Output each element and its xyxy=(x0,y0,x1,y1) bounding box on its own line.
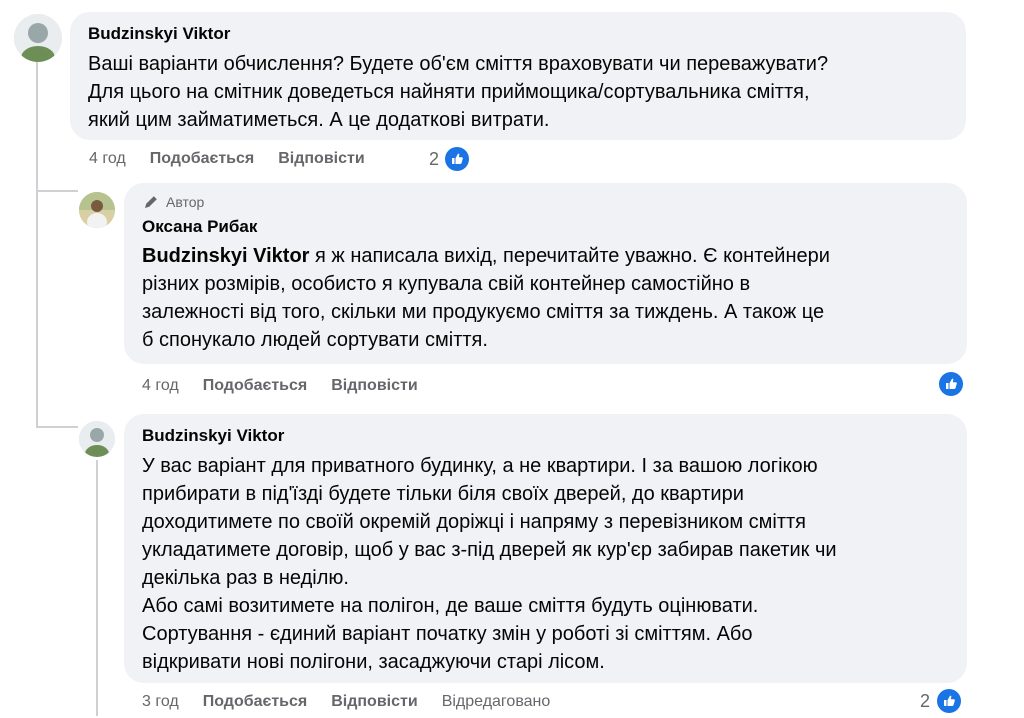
comment-author[interactable]: Budzinskyi Viktor xyxy=(88,23,948,45)
avatar[interactable] xyxy=(79,192,115,228)
reaction-count[interactable]: 2 xyxy=(429,147,439,171)
comment-author[interactable]: Оксана Рибак xyxy=(142,216,949,238)
like-icon[interactable] xyxy=(445,147,469,171)
thread-line-branch-1 xyxy=(36,190,78,192)
reply-button[interactable]: Відповісти xyxy=(331,693,417,711)
comment-bubble: Автор Оксана Рибак Budzinskyi Viktor я ж… xyxy=(124,183,967,364)
thread-line-reply xyxy=(96,460,98,716)
reply-button[interactable]: Відповісти xyxy=(278,150,364,168)
reaction-count[interactable]: 2 xyxy=(920,689,930,713)
like-button[interactable]: Подобається xyxy=(150,150,255,168)
comment-actions: 4 год Подобається Відповісти xyxy=(89,147,389,171)
comment-actions: 3 год Подобається Відповісти Відредагова… xyxy=(142,690,574,714)
comment-time[interactable]: 4 год xyxy=(89,150,126,168)
like-icon[interactable] xyxy=(937,689,961,713)
comment-bubble: Budzinskyi Viktor Ваші варіанти обчислен… xyxy=(70,12,966,140)
avatar-photo-icon xyxy=(79,192,115,228)
pen-icon xyxy=(145,196,157,208)
mention-link[interactable]: Budzinskyi Viktor xyxy=(142,245,309,267)
comment-time[interactable]: 3 год xyxy=(142,693,179,711)
thread-line-main-2 xyxy=(36,212,38,427)
comment-time[interactable]: 4 год xyxy=(142,377,179,395)
avatar[interactable] xyxy=(14,14,62,62)
avatar[interactable] xyxy=(79,421,115,457)
comment-bubble: Budzinskyi Viktor У вас варіант для прив… xyxy=(124,414,967,683)
comment-actions: 4 год Подобається Відповісти xyxy=(142,374,442,398)
avatar-photo-icon xyxy=(79,421,115,457)
like-button[interactable]: Подобається xyxy=(203,693,308,711)
like-icon[interactable] xyxy=(939,372,963,396)
comment-text: Budzinskyi Viktor я ж написала вихід, пе… xyxy=(142,242,949,354)
thread-line-branch-2 xyxy=(36,426,78,428)
author-badge: Автор xyxy=(142,193,949,211)
like-button[interactable]: Подобається xyxy=(203,377,308,395)
edited-label[interactable]: Відредаговано xyxy=(442,693,551,711)
comment-text: У вас варіант для приватного будинку, а … xyxy=(142,455,837,673)
avatar-photo-icon xyxy=(14,14,62,62)
comment-text: Ваші варіанти обчислення? Будете об'єм с… xyxy=(88,53,829,131)
reply-button[interactable]: Відповісти xyxy=(331,377,417,395)
comment-author[interactable]: Budzinskyi Viktor xyxy=(142,425,949,447)
author-badge-label: Автор xyxy=(166,194,205,210)
